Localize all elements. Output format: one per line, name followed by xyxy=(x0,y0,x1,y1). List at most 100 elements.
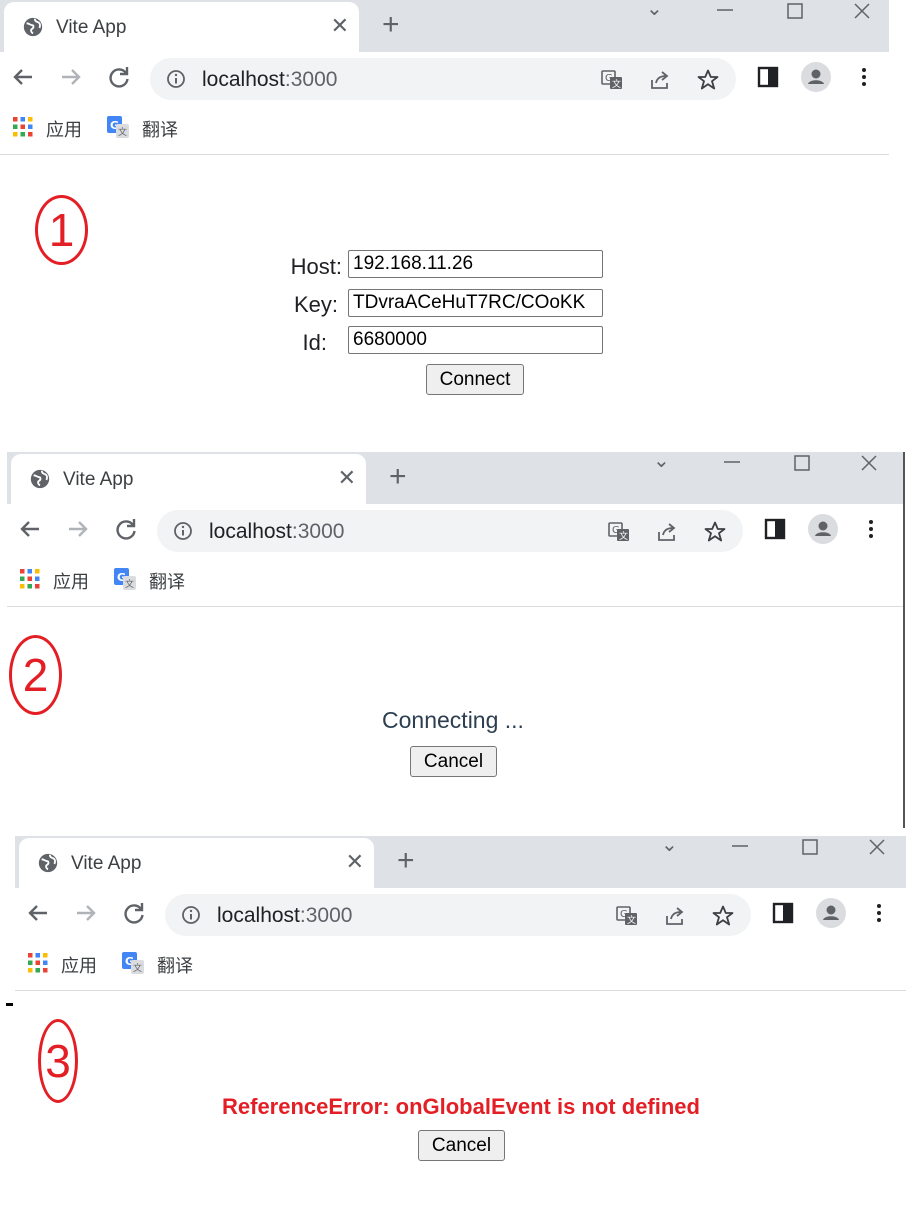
share-icon[interactable] xyxy=(648,68,672,92)
close-tab-icon[interactable]: ✕ xyxy=(338,465,356,491)
bookmark-apps[interactable]: 应用 xyxy=(53,568,89,594)
tab-title: Vite App xyxy=(71,853,142,874)
minimize-icon[interactable] xyxy=(731,842,749,854)
minimize-icon[interactable] xyxy=(716,6,734,18)
apps-grid-icon[interactable] xyxy=(19,568,41,590)
profile-avatar-icon[interactable] xyxy=(801,62,831,92)
id-input[interactable] xyxy=(348,326,603,354)
translate-icon[interactable]: G文 xyxy=(615,904,639,928)
url-port: :3000 xyxy=(284,68,338,91)
browser-toolbar: localhost:3000 G文 xyxy=(0,52,889,104)
close-window-icon[interactable] xyxy=(853,2,871,20)
connect-button[interactable]: Connect xyxy=(426,364,524,395)
bookmark-translate[interactable]: 翻译 xyxy=(142,116,178,142)
close-window-icon[interactable] xyxy=(868,838,886,856)
menu-dots-icon[interactable] xyxy=(856,514,886,544)
back-arrow-icon[interactable] xyxy=(8,62,38,92)
minimize-icon[interactable] xyxy=(723,458,741,470)
host-label: Host: xyxy=(290,254,342,279)
bookmarks-bar: 应用 G文 翻译 xyxy=(0,104,889,155)
bookmark-star-icon[interactable] xyxy=(711,904,735,928)
browser-tab[interactable]: Vite App ✕ xyxy=(4,2,359,52)
forward-arrow-icon[interactable] xyxy=(56,62,86,92)
id-label: Id: xyxy=(302,330,327,355)
screenshot-step-2: Vite App ✕ + ⌄ localhost:3000 G文 应用 G文 翻… xyxy=(7,450,905,828)
url-text: localhost:3000 xyxy=(217,904,352,928)
forward-arrow-icon[interactable] xyxy=(71,898,101,928)
tab-search-chevron-icon[interactable]: ⌄ xyxy=(646,0,663,22)
svg-text:文: 文 xyxy=(612,78,621,90)
url-port: :3000 xyxy=(291,520,345,543)
maximize-icon[interactable] xyxy=(801,838,819,856)
forward-arrow-icon[interactable] xyxy=(63,514,93,544)
site-info-icon[interactable] xyxy=(173,521,193,541)
side-panel-icon[interactable] xyxy=(760,514,790,544)
cancel-button[interactable]: Cancel xyxy=(410,746,497,777)
close-window-icon[interactable] xyxy=(860,454,878,472)
maximize-icon[interactable] xyxy=(786,2,804,20)
bookmark-apps[interactable]: 应用 xyxy=(61,952,97,978)
tab-strip: Vite App ✕ + ⌄ xyxy=(0,0,889,52)
tab-search-chevron-icon[interactable]: ⌄ xyxy=(661,832,678,858)
host-input[interactable] xyxy=(348,250,603,278)
globe-icon xyxy=(23,17,43,37)
url-host: localhost xyxy=(209,520,292,543)
svg-text:文: 文 xyxy=(133,962,142,974)
step-marker: 1 xyxy=(35,195,88,265)
profile-avatar-icon[interactable] xyxy=(816,898,846,928)
cancel-button[interactable]: Cancel xyxy=(418,1130,505,1161)
new-tab-button[interactable]: + xyxy=(389,460,407,494)
apps-grid-icon[interactable] xyxy=(12,116,34,138)
site-info-icon[interactable] xyxy=(166,69,186,89)
menu-dots-icon[interactable] xyxy=(849,62,879,92)
tab-title: Vite App xyxy=(63,469,134,490)
close-tab-icon[interactable]: ✕ xyxy=(331,13,349,39)
url-port: :3000 xyxy=(299,904,353,927)
step-marker: 2 xyxy=(9,635,62,715)
bookmark-translate[interactable]: 翻译 xyxy=(157,952,193,978)
error-message: ReferenceError: onGlobalEvent is not def… xyxy=(222,1094,700,1119)
back-arrow-icon[interactable] xyxy=(23,898,53,928)
connecting-status: Connecting ... xyxy=(382,707,524,733)
address-bar[interactable]: localhost:3000 G文 xyxy=(150,58,736,100)
url-host: localhost xyxy=(217,904,300,927)
share-icon[interactable] xyxy=(655,520,679,544)
tab-strip: Vite App ✕ + ⌄ xyxy=(7,450,903,504)
address-bar[interactable]: localhost:3000 G文 xyxy=(165,894,751,936)
google-translate-icon[interactable]: G文 xyxy=(121,951,145,975)
screenshot-step-1: Vite App ✕ + ⌄ localhost:3000 G文 应用 G文 翻… xyxy=(0,0,889,445)
key-input[interactable] xyxy=(348,289,603,317)
google-translate-icon[interactable]: G文 xyxy=(113,567,137,591)
translate-icon[interactable]: G文 xyxy=(607,520,631,544)
profile-avatar-icon[interactable] xyxy=(808,514,838,544)
new-tab-button[interactable]: + xyxy=(397,844,415,878)
new-tab-button[interactable]: + xyxy=(382,8,400,42)
menu-dots-icon[interactable] xyxy=(864,898,894,928)
share-icon[interactable] xyxy=(663,904,687,928)
bookmark-star-icon[interactable] xyxy=(703,520,727,544)
reload-icon[interactable] xyxy=(111,514,141,544)
maximize-icon[interactable] xyxy=(793,454,811,472)
screenshot-step-3: Vite App ✕ + ⌄ localhost:3000 G文 应用 G文 翻… xyxy=(15,834,906,1207)
bookmark-star-icon[interactable] xyxy=(696,68,720,92)
bookmark-apps[interactable]: 应用 xyxy=(46,116,82,142)
bookmark-translate[interactable]: 翻译 xyxy=(149,568,185,594)
key-label: Key: xyxy=(293,292,338,317)
svg-text:文: 文 xyxy=(619,530,628,542)
tab-search-chevron-icon[interactable]: ⌄ xyxy=(653,448,670,474)
google-translate-icon[interactable]: G文 xyxy=(106,115,130,139)
apps-grid-icon[interactable] xyxy=(27,952,49,974)
close-tab-icon[interactable]: ✕ xyxy=(346,849,364,875)
svg-text:文: 文 xyxy=(118,126,127,138)
translate-icon[interactable]: G文 xyxy=(600,68,624,92)
site-info-icon[interactable] xyxy=(181,905,201,925)
tab-title: Vite App xyxy=(56,17,127,38)
reload-icon[interactable] xyxy=(119,898,149,928)
address-bar[interactable]: localhost:3000 G文 xyxy=(157,510,743,552)
browser-tab[interactable]: Vite App ✕ xyxy=(19,838,374,888)
browser-tab[interactable]: Vite App ✕ xyxy=(11,454,366,504)
side-panel-icon[interactable] xyxy=(768,898,798,928)
reload-icon[interactable] xyxy=(104,62,134,92)
back-arrow-icon[interactable] xyxy=(15,514,45,544)
side-panel-icon[interactable] xyxy=(753,62,783,92)
